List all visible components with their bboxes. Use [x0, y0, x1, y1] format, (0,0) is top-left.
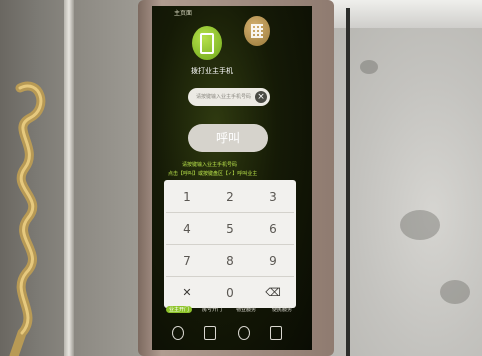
intercom-screen: 主页面 拨打业主手机 请按键输入业主手机号码 × 呼叫 请按键输入业主手机号码 …	[152, 6, 312, 350]
tab-owner-open[interactable]: 业主开门	[166, 306, 193, 313]
key-9[interactable]: 9	[252, 246, 294, 276]
wall-stain	[360, 60, 378, 74]
divider	[166, 212, 294, 213]
call-button[interactable]: 呼叫	[188, 124, 268, 152]
wall-edge-strip	[346, 8, 350, 356]
hint-text: 点击【呼叫】或按键盘区【✓】呼叫业主	[168, 171, 258, 177]
backspace-key[interactable]: ⌫	[252, 278, 294, 308]
door-frame	[64, 0, 74, 356]
key-0[interactable]: 0	[209, 278, 251, 308]
phone-icon[interactable]	[172, 326, 184, 340]
gold-ornament	[9, 81, 46, 356]
clear-icon[interactable]: ×	[255, 91, 267, 103]
call-owner-label: 拨打业主手机	[191, 67, 233, 75]
divider	[166, 276, 294, 277]
key-7[interactable]: 7	[166, 246, 208, 276]
wall-stain	[400, 210, 440, 240]
input-placeholder: 请按键输入业主手机号码	[196, 94, 252, 100]
tab-property-service[interactable]: 物业服务	[236, 306, 256, 313]
keypad-icon	[251, 24, 263, 38]
hint-text: 请按键输入业主手机号码	[182, 162, 238, 168]
key-4[interactable]: 4	[166, 214, 208, 244]
tab-bar: 业主开门 房号开门 物业服务 便民服务	[164, 306, 312, 316]
phone-icon	[200, 32, 214, 54]
wall-stain	[440, 280, 470, 304]
building-icon[interactable]	[204, 326, 216, 340]
divider	[166, 244, 294, 245]
tab-room-open[interactable]: 房号开门	[202, 306, 222, 313]
key-2[interactable]: 2	[209, 182, 251, 212]
key-8[interactable]: 8	[209, 246, 251, 276]
screen-header: 主页面	[174, 10, 193, 17]
numeric-keypad: 1 2 3 4 5 6 7 8 9 ✕ 0 ⌫	[164, 180, 296, 308]
wall-top	[318, 0, 482, 28]
room-number-button[interactable]	[244, 16, 270, 46]
grid-icon[interactable]	[270, 326, 282, 340]
call-owner-button[interactable]	[192, 26, 222, 60]
photo-scene: 主页面 拨打业主手机 请按键输入业主手机号码 × 呼叫 请按键输入业主手机号码 …	[0, 0, 482, 356]
key-3[interactable]: 3	[252, 182, 294, 212]
home-icon[interactable]	[238, 326, 250, 340]
key-6[interactable]: 6	[252, 214, 294, 244]
cancel-key[interactable]: ✕	[166, 278, 208, 308]
tab-convenience-service[interactable]: 便民服务	[272, 306, 292, 313]
phone-number-input[interactable]: 请按键输入业主手机号码 ×	[188, 88, 270, 106]
key-5[interactable]: 5	[209, 214, 251, 244]
key-1[interactable]: 1	[166, 182, 208, 212]
